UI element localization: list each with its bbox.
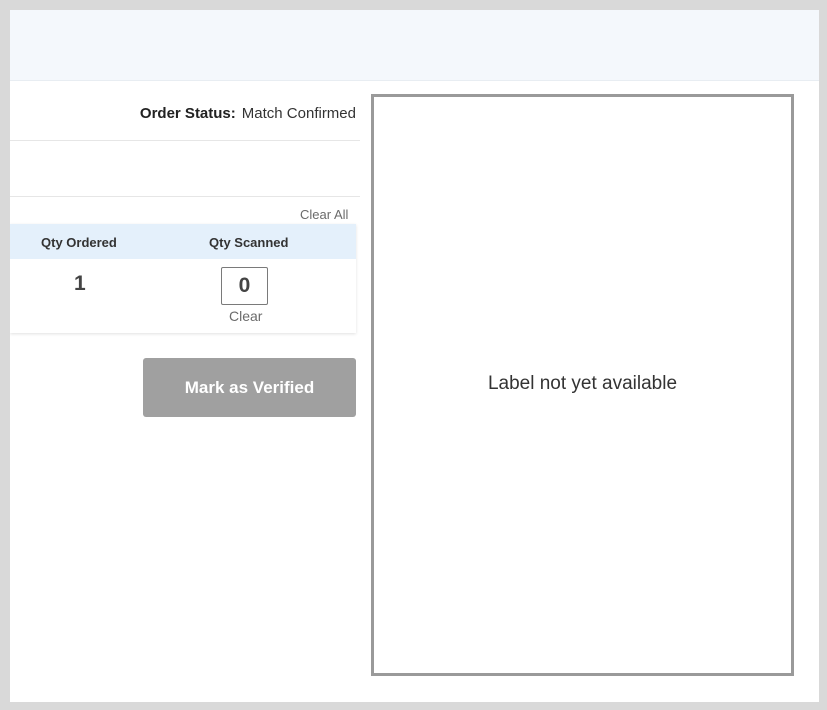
table-header: Qty Ordered Qty Scanned — [10, 224, 356, 259]
app-frame: Order Status: Match Confirmed Clear All Q… — [0, 0, 827, 710]
qty-scanned-input[interactable]: 0 — [221, 267, 268, 305]
order-status-label: Order Status: — [139, 105, 236, 122]
mark-as-verified-button[interactable]: Mark as Verified — [143, 358, 356, 417]
qty-scanned-clear-link[interactable]: Clear — [229, 308, 262, 324]
label-unavailable-message: Label not yet available — [487, 373, 678, 394]
empty-info-row — [10, 141, 360, 197]
clear-all-link[interactable]: Clear All — [300, 207, 348, 222]
column-header-qty-ordered: Qty Ordered — [41, 235, 117, 250]
qty-ordered-value: 1 — [74, 272, 86, 295]
order-status: Order Status: Match Confirmed — [140, 105, 356, 122]
order-status-row: Order Status: Match Confirmed — [10, 96, 360, 141]
shipping-label-panel: Label not yet available — [371, 94, 794, 676]
quantity-table: Qty Ordered Qty Scanned 1 0 Clear — [10, 224, 356, 333]
column-header-qty-scanned: Qty Scanned — [209, 235, 289, 250]
header-band — [10, 10, 819, 81]
order-status-value: Match Confirmed — [241, 105, 356, 122]
